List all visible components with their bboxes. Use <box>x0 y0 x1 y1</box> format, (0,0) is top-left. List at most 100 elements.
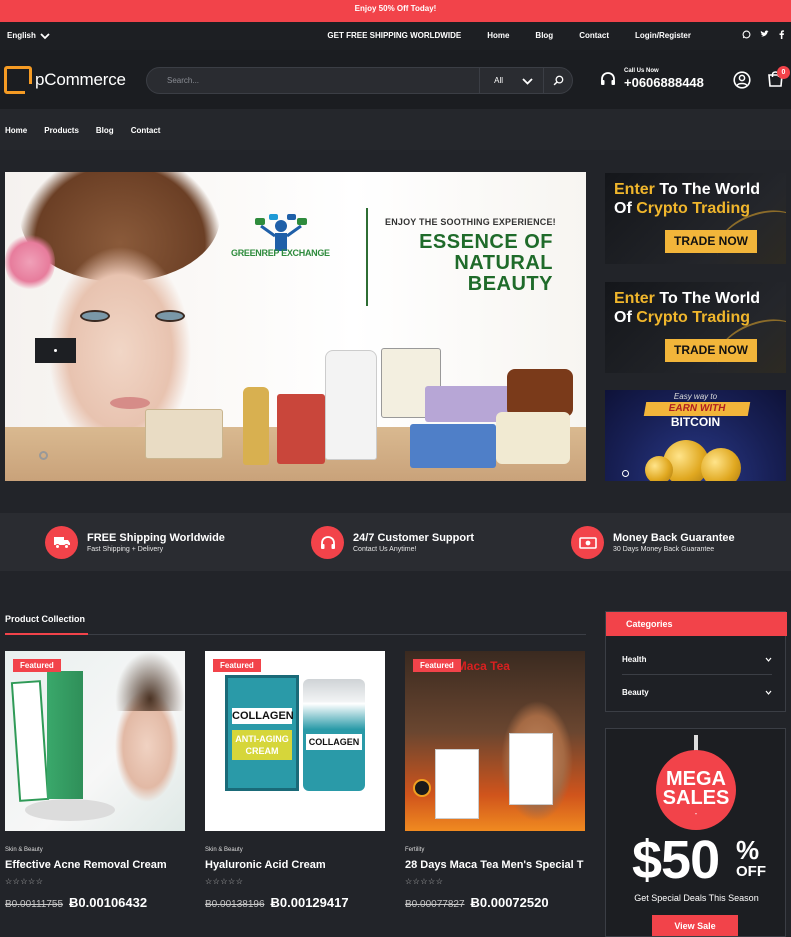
feature-money-back: Money Back Guarantee 30 Days Money Back … <box>571 526 735 559</box>
brand-logo-image <box>413 779 431 797</box>
top-link-home[interactable]: Home <box>487 31 509 40</box>
category-item-beauty[interactable]: Beauty <box>622 677 772 707</box>
product-name[interactable]: 28 Days Maca Tea Men's Special T <box>405 859 586 871</box>
chevron-down-icon <box>765 657 772 662</box>
product-label: COLLAGEN <box>232 708 294 724</box>
category-item-health[interactable]: Health <box>622 644 772 674</box>
featured-badge: Featured <box>13 659 61 672</box>
price-old: Ƀ0.00077827 <box>405 899 465 910</box>
bitcoin-coin-image <box>701 448 741 481</box>
logo-mark <box>4 66 35 94</box>
product-card[interactable]: Featured Skin & Beauty Effective Acne Re… <box>5 651 185 910</box>
product-name[interactable]: Effective Acne Removal Cream <box>5 859 185 871</box>
banner-line-1: Enter To The World <box>614 181 761 198</box>
user-icon[interactable] <box>733 71 751 89</box>
search-button[interactable] <box>544 68 572 93</box>
search-category-select[interactable]: All <box>480 68 545 93</box>
hero-divider <box>366 208 368 306</box>
search-bar: All <box>146 67 573 94</box>
top-link-contact[interactable]: Contact <box>579 31 609 40</box>
headset-icon <box>601 72 615 85</box>
discount-percent-sign: % <box>736 835 760 865</box>
price-row: Ƀ0.00111755 Ƀ0.00106432 <box>5 895 185 910</box>
product-category[interactable]: Skin & Beauty <box>5 847 185 853</box>
product-bag-image <box>435 749 479 819</box>
top-bar: English GET FREE SHIPPING WORLDWIDE Home… <box>0 22 791 50</box>
top-link-blog[interactable]: Blog <box>535 31 553 40</box>
price-row: Ƀ0.00138196 Ƀ0.00129417 <box>205 895 385 910</box>
search-input[interactable] <box>147 68 481 93</box>
product-name[interactable]: Hyaluronic Acid Cream <box>205 859 385 871</box>
price-new: Ƀ0.00129417 <box>270 895 349 910</box>
price-new: Ƀ0.00106432 <box>69 895 148 910</box>
twitter-icon[interactable] <box>760 30 769 39</box>
facebook-icon[interactable] <box>778 30 785 39</box>
nav-item-home[interactable]: Home <box>5 126 27 135</box>
discount-off-label: OFF <box>736 863 766 880</box>
product-category[interactable]: Skin & Beauty <box>205 847 385 853</box>
hero-slider[interactable]: GREENREP EXCHANGE ENJOY THE SOOTHING EXP… <box>5 172 586 481</box>
product-bottle-image <box>325 350 377 460</box>
shipping-notice: GET FREE SHIPPING WORLDWIDE <box>327 31 462 40</box>
trade-now-button[interactable]: TRADE NOW <box>665 339 757 362</box>
site-logo[interactable]: pCommerce <box>4 66 126 94</box>
product-card[interactable]: BFTOX Maca Tea Featured Fertility 28 Day… <box>405 651 585 910</box>
crypto-banner-2[interactable]: Enter To The World Of Crypto Trading TRA… <box>605 282 786 373</box>
cart-count-badge: 0 <box>777 66 790 79</box>
slider-dot[interactable] <box>39 451 48 460</box>
promo-text: Enjoy 50% Off Today! <box>354 4 437 13</box>
slider-pause-button[interactable] <box>35 338 76 363</box>
main-nav: Home Products Blog Contact <box>0 109 791 150</box>
product-category[interactable]: Fertility <box>405 847 585 853</box>
banner-line-1: Enter To The World <box>614 290 761 307</box>
star-rating: ☆☆☆☆☆ <box>205 877 244 886</box>
product-image[interactable]: COLLAGEN ANTI-AGING CREAM COLLAGEN Featu… <box>205 651 385 831</box>
banner-line-2: Of Crypto Trading <box>614 309 750 326</box>
hero-eye <box>155 310 185 322</box>
product-jar-image <box>277 394 325 464</box>
promo-bar: Enjoy 50% Off Today! <box>0 0 791 22</box>
product-box-image <box>47 671 83 799</box>
section-divider-accent <box>5 633 88 635</box>
hero-title: ESSENCE OF NATURAL BEAUTY <box>419 231 553 295</box>
price-old: Ƀ0.00111755 <box>5 899 64 910</box>
flower-image <box>5 232 55 292</box>
model-hair-image <box>115 651 185 711</box>
feature-subtitle: Contact Us Anytime! <box>353 546 417 553</box>
discount-amount: $50 <box>632 830 720 890</box>
categories-widget: Categories Health Beauty <box>605 611 787 712</box>
product-jar-image: COLLAGEN <box>303 679 365 791</box>
call-us[interactable]: Call Us Now +0606888448 <box>600 68 704 90</box>
phone-number: +0606888448 <box>624 75 704 90</box>
crypto-banner-1[interactable]: Enter To The World Of Crypto Trading TRA… <box>605 173 786 264</box>
section-divider <box>5 634 586 635</box>
top-link-login[interactable]: Login/Register <box>635 31 691 40</box>
mega-sales-banner[interactable]: MEGA SALES - $50 % OFF Get Special Deals… <box>605 728 786 937</box>
price-row: Ƀ0.00077827 Ƀ0.00072520 <box>405 895 585 910</box>
category-label: Beauty <box>622 687 649 697</box>
featured-badge: Featured <box>413 659 461 672</box>
language-selector[interactable]: English <box>7 31 50 40</box>
whatsapp-icon[interactable] <box>742 30 751 39</box>
language-label: English <box>7 31 36 40</box>
nav-item-blog[interactable]: Blog <box>96 126 114 135</box>
nav-item-products[interactable]: Products <box>44 126 79 135</box>
price-old: Ƀ0.00138196 <box>205 899 265 910</box>
truck-icon <box>45 526 78 559</box>
product-label: COLLAGEN <box>306 734 362 750</box>
bitcoin-banner[interactable]: Easy way to EARN WITH BITCOIN <box>605 390 786 481</box>
product-image[interactable]: Featured <box>5 651 185 831</box>
trade-now-button[interactable]: TRADE NOW <box>665 230 757 253</box>
product-image[interactable]: BFTOX Maca Tea Featured <box>405 651 585 831</box>
feature-title: Money Back Guarantee <box>613 532 735 544</box>
btc-ribbon: EARN WITH <box>643 402 751 416</box>
hero-lips <box>110 397 150 409</box>
nav-item-contact[interactable]: Contact <box>131 126 161 135</box>
chevron-down-icon <box>765 690 772 695</box>
categories-title: Categories <box>606 612 787 636</box>
view-sale-button[interactable]: View Sale <box>652 915 738 936</box>
product-card[interactable]: COLLAGEN ANTI-AGING CREAM COLLAGEN Featu… <box>205 651 385 910</box>
podium-image <box>25 799 115 821</box>
search-category-value: All <box>494 76 504 85</box>
slider-dot[interactable] <box>622 470 629 477</box>
